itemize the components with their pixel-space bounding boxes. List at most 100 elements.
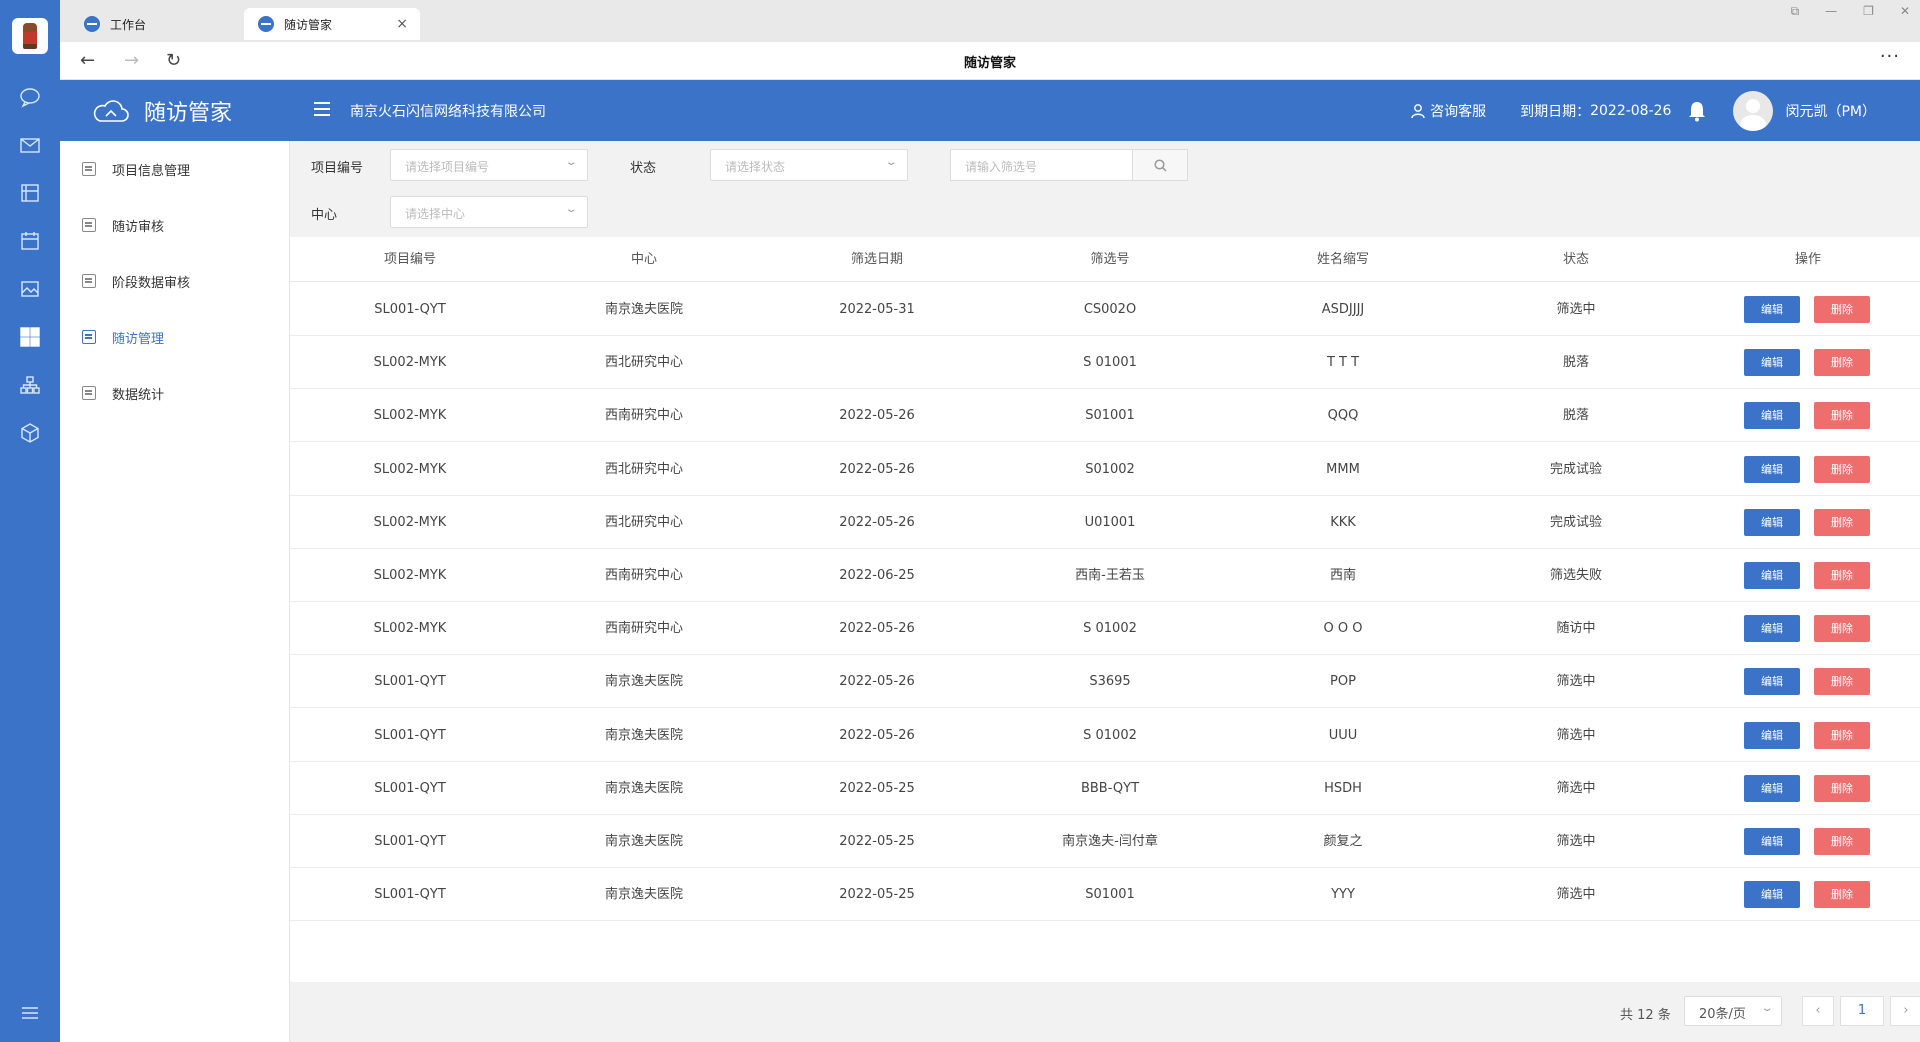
image-icon[interactable] — [19, 278, 41, 300]
cell-project-id: SL002-MYK — [373, 568, 447, 583]
edit-button[interactable]: 编辑 — [1744, 402, 1800, 430]
cell-project-id: SL002-MYK — [373, 514, 447, 530]
building-icon[interactable] — [19, 182, 41, 204]
delete-button[interactable]: 删除 — [1814, 455, 1870, 483]
cell-screening-number: S01001 — [1085, 887, 1135, 903]
cell-screening-number: S01001 — [1085, 408, 1135, 424]
browser-tab-bar: 工作台 随访管家 × ⧉ — ❐ ✕ — [60, 0, 1920, 42]
delete-button[interactable]: 删除 — [1814, 296, 1870, 323]
cell-screening-number: 南京逸夫-闫付章 — [1062, 834, 1158, 849]
edit-button[interactable]: 编辑 — [1744, 455, 1800, 483]
page-size-select[interactable]: 20条/页 ⌄ — [1684, 996, 1782, 1026]
sidebar-item-data-statistics[interactable]: 数据统计 — [60, 365, 290, 421]
edit-button[interactable]: 编辑 — [1744, 721, 1800, 749]
column-header-actions: 操作 — [1794, 252, 1821, 267]
cell-center: 南京逸夫医院 — [604, 780, 683, 796]
more-options-icon[interactable]: ··· — [1880, 46, 1900, 67]
app-dock — [0, 0, 60, 1042]
delete-button[interactable]: 删除 — [1814, 615, 1870, 643]
tab-followup-manager[interactable]: 随访管家 × — [244, 8, 420, 40]
cell-status: 筛选中 — [1556, 302, 1596, 317]
table-row: SL001-QYT 南京逸夫医院 2022-05-31 CS002O ASDJJJJ 筛选… — [290, 283, 1920, 336]
screen-number-search-input[interactable]: 请输入筛选号 — [950, 149, 1132, 181]
close-tab-icon[interactable]: × — [396, 16, 408, 32]
user-name[interactable]: 闵元凯（PM） — [1785, 101, 1876, 121]
delete-button[interactable]: 删除 — [1814, 668, 1870, 696]
edit-button[interactable]: 编辑 — [1744, 828, 1800, 855]
cube-icon[interactable] — [19, 422, 41, 444]
cell-screening-date: 2022-05-26 — [839, 461, 915, 477]
avatar[interactable] — [1733, 90, 1774, 131]
delete-button[interactable]: 删除 — [1814, 562, 1870, 589]
table-header: 项目编号 中心 筛选日期 筛选号 姓名缩写 状态 操作 — [290, 237, 1920, 282]
edit-button[interactable]: 编辑 — [1744, 668, 1800, 696]
document-icon — [82, 274, 96, 288]
delete-button[interactable]: 删除 — [1814, 721, 1870, 749]
edit-button[interactable]: 编辑 — [1744, 774, 1800, 802]
search-button[interactable] — [1132, 149, 1188, 181]
project-select[interactable]: 请选择项目编号 ⌄ — [390, 149, 588, 181]
chart-icon — [82, 386, 96, 400]
next-page-button[interactable]: › — [1890, 996, 1920, 1026]
edit-button[interactable]: 编辑 — [1744, 881, 1800, 909]
cell-center: 南京逸夫医院 — [604, 887, 683, 903]
sidebar-item-project-info[interactable]: 项目信息管理 — [60, 141, 290, 197]
total-count: 共 12 条 — [1620, 1008, 1671, 1023]
table-row: SL002-MYK 西南研究中心 2022-06-25 西南-王若玉 西南 筛选失败 编辑删… — [290, 549, 1920, 602]
cell-screening-number: BBB-QYT — [1080, 780, 1140, 796]
cell-project-id: SL002-MYK — [373, 408, 447, 424]
edit-button[interactable]: 编辑 — [1744, 296, 1800, 323]
hamburger-menu-icon[interactable] — [19, 1002, 41, 1024]
edit-button[interactable]: 编辑 — [1744, 349, 1800, 377]
collapse-menu-icon[interactable] — [314, 102, 330, 116]
delete-button[interactable]: 删除 — [1814, 508, 1870, 536]
cell-name-initials: HSDH — [1324, 780, 1362, 796]
delete-button[interactable]: 删除 — [1814, 402, 1870, 430]
sidebar-item-followup-review[interactable]: 随访审核 — [60, 197, 290, 253]
table-row: SL002-MYK 西南研究中心 2022-05-26 S01001 QQQ 脱落 编辑 删除 — [290, 389, 1920, 443]
cell-screening-date: 2022-05-26 — [839, 727, 915, 743]
app-logo[interactable] — [12, 18, 48, 54]
sidebar-item-followup-management[interactable]: 随访管理 — [60, 309, 290, 365]
cell-name-initials: POP — [1330, 674, 1356, 690]
cell-status: 筛选中 — [1556, 834, 1596, 849]
cell-screening-number: S 01002 — [1083, 621, 1137, 637]
center-select[interactable]: 请选择中心 ⌄ — [390, 196, 588, 228]
pagination: 共 12 条 20条/页 ⌄ ‹ 1 › — [290, 982, 1920, 1042]
calendar-icon[interactable] — [19, 230, 41, 252]
pin-window-icon[interactable]: ⧉ — [1791, 4, 1800, 19]
edit-button[interactable]: 编辑 — [1744, 562, 1800, 589]
dashboard-icon[interactable] — [19, 326, 41, 348]
chat-icon[interactable] — [19, 86, 41, 108]
column-header-name-initials: 姓名缩写 — [1316, 252, 1369, 267]
edit-button[interactable]: 编辑 — [1744, 508, 1800, 536]
brand: 随访管家 — [60, 80, 290, 141]
minimize-icon[interactable]: — — [1825, 4, 1837, 19]
org-chart-icon[interactable] — [19, 374, 41, 396]
mail-icon[interactable] — [19, 134, 41, 156]
delete-button[interactable]: 删除 — [1814, 881, 1870, 909]
chevron-down-icon: ⌄ — [1760, 1003, 1774, 1014]
page-number-button[interactable]: 1 — [1840, 996, 1884, 1026]
cell-center: 南京逸夫医院 — [604, 727, 683, 743]
delete-button[interactable]: 删除 — [1814, 828, 1870, 855]
cell-screening-date: 2022-05-25 — [839, 780, 915, 796]
close-window-icon[interactable]: ✕ — [1900, 4, 1910, 19]
delete-button[interactable]: 删除 — [1814, 349, 1870, 377]
cloud-logo-icon — [92, 98, 130, 124]
cell-status: 脱落 — [1562, 408, 1589, 424]
cell-center: 西北研究中心 — [604, 461, 683, 477]
bell-icon[interactable] — [1687, 100, 1707, 122]
chevron-down-icon: ⌄ — [564, 204, 578, 215]
edit-button[interactable]: 编辑 — [1744, 615, 1800, 643]
maximize-icon[interactable]: ❐ — [1863, 4, 1874, 19]
calendar-icon — [82, 330, 96, 344]
cell-name-initials: 颜复之 — [1323, 834, 1363, 849]
status-select[interactable]: 请选择状态 ⌄ — [710, 149, 908, 181]
delete-button[interactable]: 删除 — [1814, 774, 1870, 802]
cell-center: 西南研究中心 — [604, 568, 683, 583]
customer-service-link[interactable]: 咨询客服 — [1410, 101, 1486, 121]
prev-page-button[interactable]: ‹ — [1802, 996, 1834, 1026]
tab-workbench[interactable]: 工作台 — [70, 8, 250, 40]
sidebar-item-stage-data-review[interactable]: 阶段数据审核 — [60, 253, 290, 309]
